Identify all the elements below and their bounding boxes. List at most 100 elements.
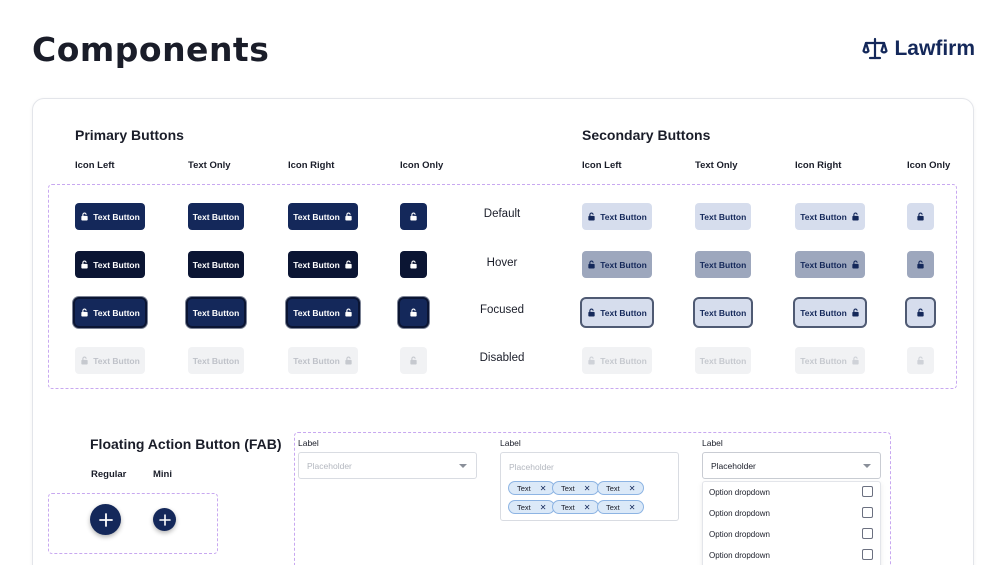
secondary-icon-left-hover-button[interactable]: Text Button — [582, 251, 652, 278]
primary-icon-left-hover-button[interactable]: Text Button — [75, 251, 145, 278]
scales-icon — [862, 37, 889, 60]
primary-text-only-focused-button[interactable]: Text Button — [188, 299, 244, 326]
secondary-col-icon-left: Icon Left — [582, 160, 622, 171]
dropdown-option[interactable]: Option dropdown — [709, 551, 770, 560]
secondary-text-only-hover-button[interactable]: Text Button — [695, 251, 751, 278]
dropdown-option[interactable]: Option dropdown — [709, 509, 770, 518]
lock-icon — [917, 356, 924, 365]
page-title: Components — [32, 30, 270, 69]
close-icon[interactable]: ✕ — [629, 484, 636, 493]
close-icon[interactable]: ✕ — [540, 484, 547, 493]
option-checkbox[interactable] — [862, 528, 873, 539]
lock-icon — [917, 308, 924, 317]
chip: Text ✕ — [552, 481, 600, 495]
option-checkbox[interactable] — [862, 549, 873, 560]
button-label: Text Button — [93, 211, 140, 222]
chip: Text ✕ — [552, 500, 600, 514]
primary-icon-right-focused-button[interactable]: Text Button — [288, 299, 358, 326]
secondary-icon-right-hover-button[interactable]: Text Button — [795, 251, 865, 278]
secondary-icon-right-default-button[interactable]: Text Button — [795, 203, 865, 230]
secondary-icon-right-disabled-button: Text Button — [795, 347, 865, 374]
primary-icon-only-default-button[interactable] — [400, 203, 427, 230]
secondary-icon-only-default-button[interactable] — [907, 203, 934, 230]
secondary-text-only-disabled-button: Text Button — [695, 347, 751, 374]
lock-icon — [588, 260, 595, 269]
secondary-buttons-title: Secondary Buttons — [582, 127, 711, 143]
secondary-col-text-only: Text Only — [695, 160, 738, 171]
primary-icon-right-default-button[interactable]: Text Button — [288, 203, 358, 230]
lock-icon — [852, 260, 859, 269]
button-label: Text Button — [699, 211, 747, 222]
primary-col-icon-right: Icon Right — [288, 160, 335, 171]
select-3-label: Label — [702, 438, 723, 448]
close-icon[interactable]: ✕ — [584, 503, 591, 512]
state-label-hover: Hover — [486, 257, 518, 269]
secondary-icon-only-disabled-button — [907, 347, 934, 374]
close-icon[interactable]: ✕ — [584, 484, 591, 493]
secondary-icon-only-focused-button[interactable] — [907, 299, 934, 326]
fab-title: Floating Action Button (FAB) — [90, 436, 282, 452]
primary-icon-left-focused-button[interactable]: Text Button — [75, 299, 145, 326]
lock-icon — [81, 212, 88, 221]
button-label: Text Button — [293, 355, 340, 366]
primary-text-only-default-button[interactable]: Text Button — [188, 203, 244, 230]
button-label: Text Button — [800, 211, 847, 222]
plus-icon — [98, 512, 113, 527]
button-label: Text Button — [192, 211, 240, 222]
button-label: Text Button — [699, 307, 747, 318]
secondary-icon-left-default-button[interactable]: Text Button — [582, 203, 652, 230]
button-label: Text Button — [293, 259, 340, 270]
chip-label: Text — [517, 502, 531, 512]
secondary-icon-only-hover-button[interactable] — [907, 251, 934, 278]
lock-icon — [81, 308, 88, 317]
secondary-icon-right-focused-button[interactable]: Text Button — [795, 299, 865, 326]
fab-mini-button[interactable] — [153, 508, 176, 531]
primary-text-only-hover-button[interactable]: Text Button — [188, 251, 244, 278]
primary-icon-left-default-button[interactable]: Text Button — [75, 203, 145, 230]
primary-icon-only-hover-button[interactable] — [400, 251, 427, 278]
fab-mini-label: Mini — [153, 469, 172, 480]
button-label: Text Button — [800, 259, 847, 270]
secondary-text-only-default-button[interactable]: Text Button — [695, 203, 751, 230]
button-label: Text Button — [293, 211, 340, 222]
chip: Text ✕ — [597, 500, 645, 514]
select-2-label: Label — [500, 438, 521, 448]
button-label: Text Button — [93, 259, 140, 270]
chip: Text ✕ — [508, 481, 556, 495]
secondary-text-only-focused-button[interactable]: Text Button — [695, 299, 751, 326]
secondary-col-icon-right: Icon Right — [795, 160, 842, 171]
lock-icon — [588, 356, 595, 365]
lock-icon — [345, 212, 352, 221]
state-label-disabled: Disabled — [479, 352, 525, 364]
button-label: Text Button — [800, 355, 847, 366]
select-3-placeholder: Placeholder — [711, 460, 756, 471]
primary-icon-right-hover-button[interactable]: Text Button — [288, 251, 358, 278]
select-3-field[interactable]: Placeholder — [702, 452, 881, 479]
lock-icon — [852, 212, 859, 221]
primary-buttons-title: Primary Buttons — [75, 127, 184, 143]
lock-icon — [917, 260, 924, 269]
secondary-icon-left-focused-button[interactable]: Text Button — [582, 299, 652, 326]
lock-icon — [345, 308, 352, 317]
close-icon[interactable]: ✕ — [540, 503, 547, 512]
option-checkbox[interactable] — [862, 507, 873, 518]
dropdown-option[interactable]: Option dropdown — [709, 488, 770, 497]
primary-icon-only-focused-button[interactable] — [400, 299, 427, 326]
lock-icon — [410, 212, 417, 221]
dropdown-option[interactable]: Option dropdown — [709, 530, 770, 539]
button-label: Text Button — [93, 307, 140, 318]
option-checkbox[interactable] — [862, 486, 873, 497]
button-label: Text Button — [699, 355, 747, 366]
brand-logo: Lawfirm — [862, 36, 975, 62]
primary-text-only-disabled-button: Text Button — [188, 347, 244, 374]
chevron-down-icon — [459, 464, 467, 468]
close-icon[interactable]: ✕ — [629, 503, 636, 512]
select-1-field[interactable]: Placeholder — [298, 452, 477, 479]
chip: Text ✕ — [508, 500, 556, 514]
lock-icon — [81, 356, 88, 365]
button-label: Text Button — [600, 355, 647, 366]
fab-regular-button[interactable] — [90, 504, 121, 535]
lock-icon — [588, 308, 595, 317]
button-label: Text Button — [800, 307, 847, 318]
primary-icon-only-disabled-button — [400, 347, 427, 374]
